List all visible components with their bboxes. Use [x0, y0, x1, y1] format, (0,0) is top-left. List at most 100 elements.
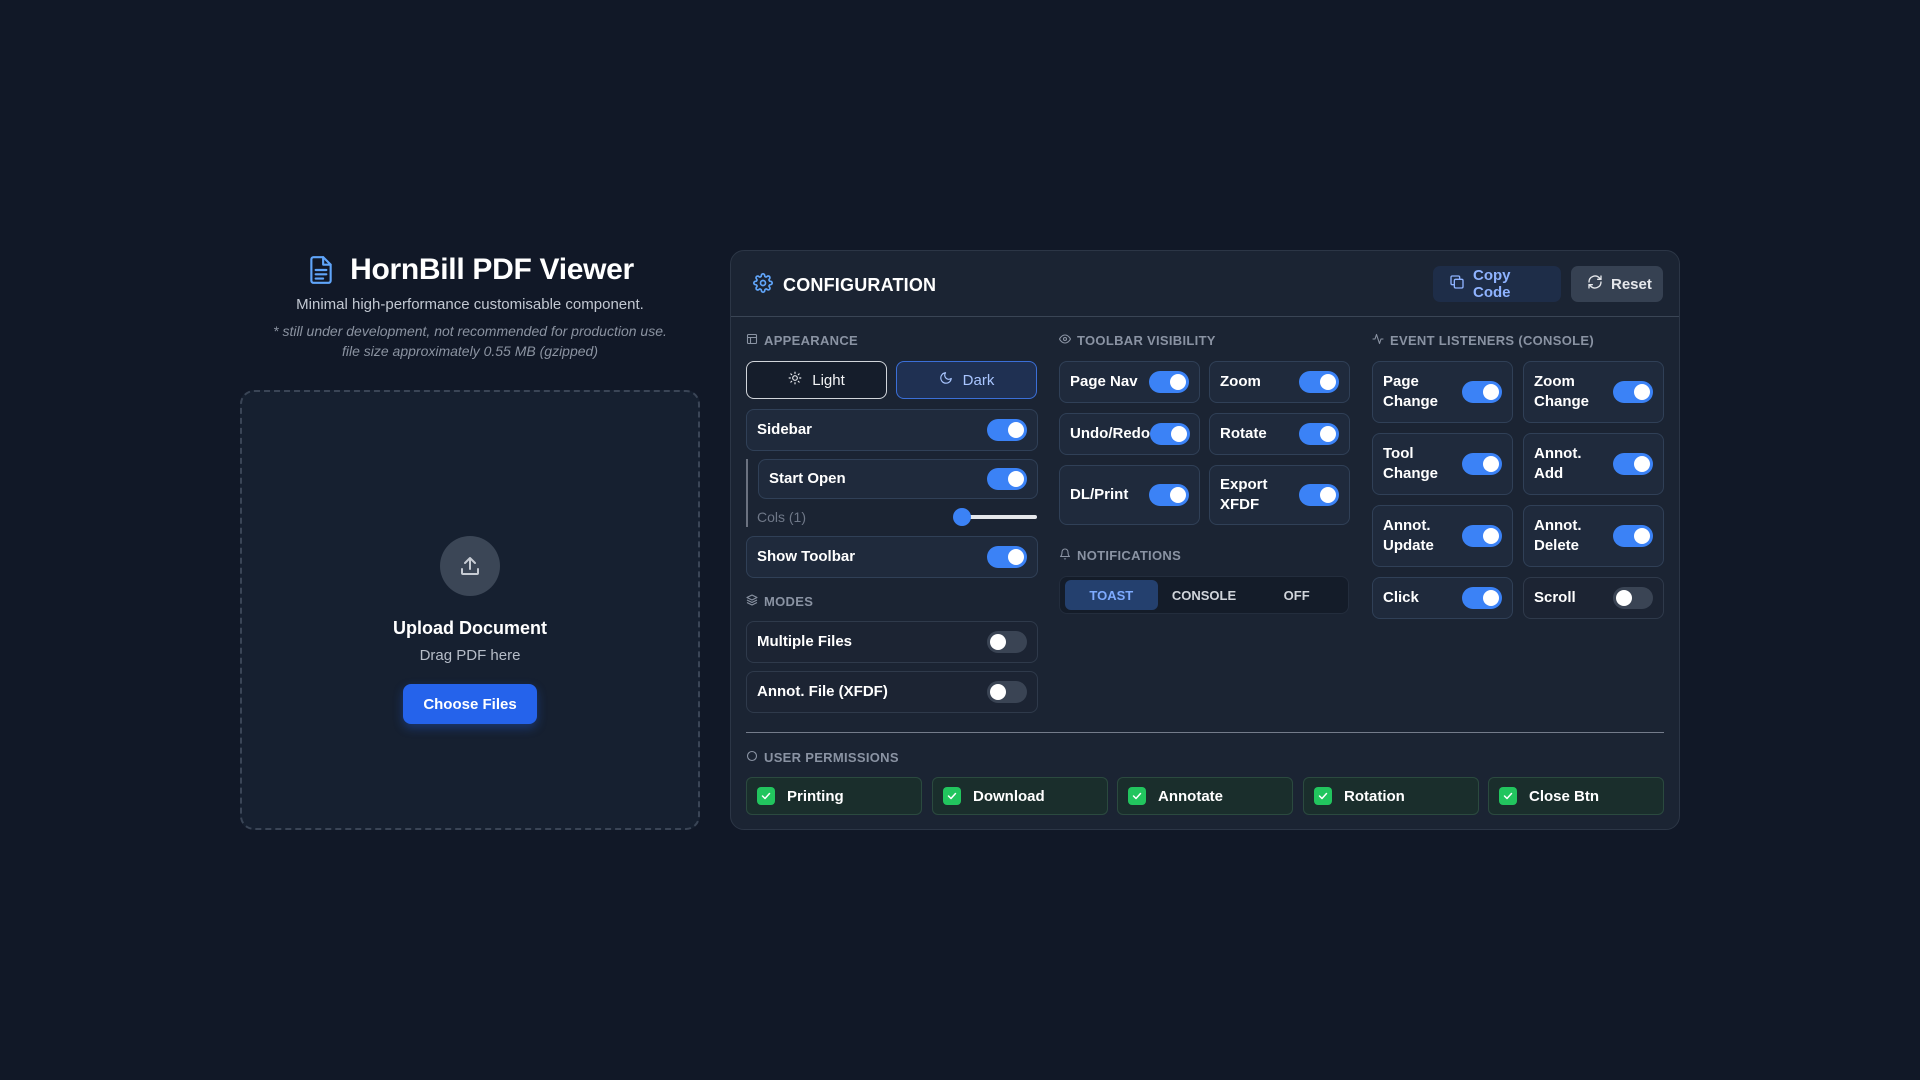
permission-label: Close Btn: [1529, 787, 1600, 805]
notification-console-tab[interactable]: CONSOLE: [1158, 580, 1251, 610]
sidebar-row[interactable]: Sidebar: [746, 409, 1038, 451]
theme-dark-label: Dark: [962, 371, 995, 389]
annot-delete-row[interactable]: Annot. Delete: [1523, 505, 1664, 567]
permission-label: Rotation: [1344, 787, 1405, 805]
choose-files-button[interactable]: Choose Files: [403, 684, 537, 724]
tool-change-row[interactable]: Tool Change: [1372, 433, 1513, 495]
notifications-section-label: NOTIFICATIONS: [1059, 548, 1181, 563]
annot-update-label: Annot. Update: [1383, 516, 1434, 556]
click-toggle[interactable]: [1462, 587, 1502, 609]
start-open-toggle[interactable]: [987, 468, 1027, 490]
undo-redo-label: Undo/Redo: [1070, 425, 1150, 442]
indent-bar: [746, 459, 748, 527]
rotate-row[interactable]: Rotate: [1209, 413, 1350, 455]
appearance-label: APPEARANCE: [764, 333, 859, 348]
permission-rotation[interactable]: Rotation: [1303, 777, 1479, 815]
upload-icon: [440, 536, 500, 596]
multiple-files-row[interactable]: Multiple Files: [746, 621, 1038, 663]
notification-toast-tab[interactable]: TOAST: [1065, 580, 1158, 610]
check-icon[interactable]: [1314, 787, 1332, 805]
annot-add-toggle[interactable]: [1613, 453, 1653, 475]
annot-update-toggle[interactable]: [1462, 525, 1502, 547]
permission-close-btn[interactable]: Close Btn: [1488, 777, 1664, 815]
scroll-toggle[interactable]: [1613, 587, 1653, 609]
page-change-line-1: Page: [1383, 373, 1419, 390]
notifications-label: NOTIFICATIONS: [1077, 548, 1182, 563]
annot-add-row[interactable]: Annot. Add: [1523, 433, 1664, 495]
tool-change-toggle[interactable]: [1462, 453, 1502, 475]
cols-slider-thumb[interactable]: [953, 508, 971, 526]
permission-annotate[interactable]: Annotate: [1117, 777, 1293, 815]
check-icon[interactable]: [1128, 787, 1146, 805]
sidebar-toggle[interactable]: [987, 419, 1027, 441]
refresh-icon: [1587, 274, 1603, 294]
zoom-change-row[interactable]: Zoom Change: [1523, 361, 1664, 423]
zoom-change-toggle[interactable]: [1613, 381, 1653, 403]
layers-icon: [746, 594, 758, 609]
show-toolbar-row[interactable]: Show Toolbar: [746, 536, 1038, 578]
permission-label: Annotate: [1158, 787, 1223, 805]
layout-icon: [746, 333, 758, 348]
dl-print-label: DL/Print: [1070, 486, 1129, 503]
export-xfdf-toggle[interactable]: [1299, 484, 1339, 506]
annot-delete-toggle[interactable]: [1613, 525, 1653, 547]
page-change-toggle[interactable]: [1462, 381, 1502, 403]
copy-code-button[interactable]: Copy Code: [1433, 266, 1561, 302]
dl-print-row[interactable]: DL/Print: [1059, 465, 1200, 525]
dl-print-toggle[interactable]: [1149, 484, 1189, 506]
permission-label: Printing: [787, 787, 844, 805]
check-icon[interactable]: [943, 787, 961, 805]
export-xfdf-row[interactable]: Export XFDF: [1209, 465, 1350, 525]
tool-change-line-2: Change: [1383, 465, 1439, 482]
undo-redo-row[interactable]: Undo/Redo: [1059, 413, 1200, 455]
rotate-label: Rotate: [1220, 425, 1267, 442]
zoom-toggle[interactable]: [1299, 371, 1339, 393]
page-nav-toggle[interactable]: [1149, 371, 1189, 393]
zoom-row[interactable]: Zoom: [1209, 361, 1350, 403]
click-row[interactable]: Click: [1372, 577, 1513, 619]
multiple-files-toggle[interactable]: [987, 631, 1027, 653]
show-toolbar-toggle[interactable]: [987, 546, 1027, 568]
multiple-files-label: Multiple Files: [757, 633, 853, 650]
annot-update-row[interactable]: Annot. Update: [1372, 505, 1513, 567]
check-icon[interactable]: [1499, 787, 1517, 805]
panel-title-text: CONFIGURATION: [783, 275, 937, 295]
intro-column: HornBill PDF Viewer Minimal high-perform…: [240, 250, 700, 830]
rotate-toggle[interactable]: [1299, 423, 1339, 445]
check-icon[interactable]: [757, 787, 775, 805]
theme-dark-button[interactable]: Dark: [896, 361, 1037, 399]
permission-download[interactable]: Download: [932, 777, 1108, 815]
moon-icon: [939, 371, 953, 389]
scroll-row[interactable]: Scroll: [1523, 577, 1664, 619]
click-label: Click: [1383, 589, 1419, 606]
events-label: EVENT LISTENERS (CONSOLE): [1390, 333, 1594, 348]
brand-header: HornBill PDF Viewer: [240, 250, 700, 290]
configuration-panel: CONFIGURATION Copy Code Reset APPEARANCE: [730, 250, 1680, 830]
start-open-row[interactable]: Start Open: [758, 459, 1038, 499]
undo-redo-toggle[interactable]: [1150, 423, 1190, 445]
copy-icon: [1449, 274, 1465, 294]
theme-light-button[interactable]: Light: [746, 361, 887, 399]
page-nav-row[interactable]: Page Nav: [1059, 361, 1200, 403]
notification-off-tab[interactable]: OFF: [1250, 580, 1343, 610]
export-xfdf-line-1: Export: [1220, 476, 1268, 493]
cols-slider[interactable]: [953, 508, 1037, 526]
annot-delete-line-1: Annot.: [1534, 517, 1582, 534]
permission-label: Download: [973, 787, 1045, 805]
annot-file-toggle[interactable]: [987, 681, 1027, 703]
modes-label: MODES: [764, 594, 814, 609]
page-change-row[interactable]: Page Change: [1372, 361, 1513, 423]
upload-dropzone[interactable]: Upload Document Drag PDF here Choose Fil…: [240, 390, 700, 830]
show-toolbar-label: Show Toolbar: [757, 548, 856, 565]
annot-file-row[interactable]: Annot. File (XFDF): [746, 671, 1038, 713]
app-title: HornBill PDF Viewer: [350, 253, 634, 286]
bell-icon: [1059, 548, 1071, 563]
reset-button[interactable]: Reset: [1571, 266, 1663, 302]
annot-update-line-1: Annot.: [1383, 517, 1431, 534]
tool-change-label: Tool Change: [1383, 444, 1438, 484]
events-section-label: EVENT LISTENERS (CONSOLE): [1372, 333, 1594, 348]
permissions-section-label: USER PERMISSIONS: [746, 750, 899, 765]
permission-printing[interactable]: Printing: [746, 777, 922, 815]
cols-row: Cols (1): [757, 505, 1037, 529]
page-change-line-2: Change: [1383, 393, 1439, 410]
